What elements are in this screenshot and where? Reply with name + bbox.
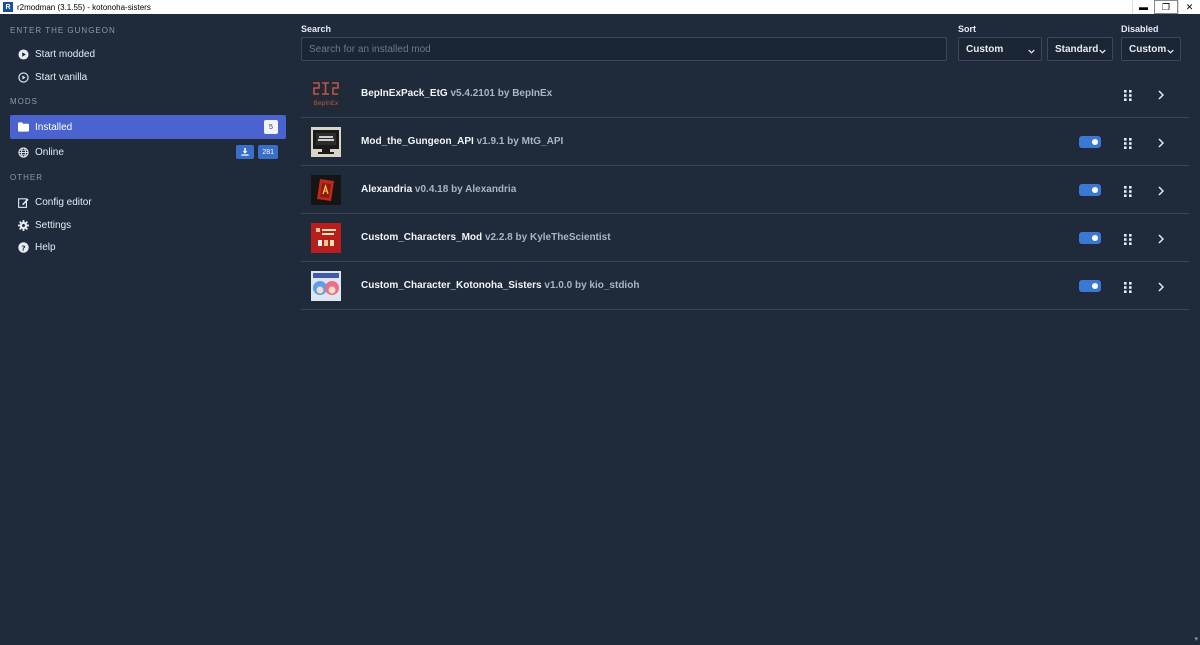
play-circle-outline-icon <box>17 71 29 83</box>
sort-order-select[interactable]: Standard <box>1047 37 1113 61</box>
mod-row-bepinexpack[interactable]: BepInEx BepInExPack_EtG v5.4.2101 by Bep… <box>301 70 1189 118</box>
mod-enabled-toggle[interactable] <box>1079 184 1101 196</box>
globe-icon <box>17 146 29 158</box>
mod-enabled-toggle[interactable] <box>1079 280 1101 292</box>
mod-thumbnail <box>311 222 341 253</box>
drag-handle-icon[interactable] <box>1124 88 1134 101</box>
restore-button[interactable]: ❐ <box>1154 0 1178 14</box>
sidebar-item-label: Settings <box>35 219 72 231</box>
mod-version-author: v2.2.8 by KyleTheScientist <box>484 232 611 243</box>
sidebar-section-game: ENTER THE GUNGEON <box>10 26 116 35</box>
mod-enabled-toggle[interactable] <box>1079 232 1101 244</box>
download-icon <box>236 145 255 159</box>
mod-version-author: v1.0.0 by kio_stdioh <box>544 280 640 291</box>
sidebar-item-label: Config editor <box>35 196 92 208</box>
online-badges: 281 <box>236 145 278 159</box>
mod-name: BepInExPack_EtG <box>361 88 448 99</box>
scroll-down-arrow-icon[interactable]: ▾ <box>1194 635 1198 643</box>
mod-row-alexandria[interactable]: Alexandria v0.4.18 by Alexandria <box>301 166 1189 214</box>
chevron-right-icon[interactable] <box>1158 231 1168 245</box>
chevron-right-icon[interactable] <box>1158 183 1168 197</box>
svg-text:?: ? <box>21 243 25 252</box>
main-panel: Search Sort Custom Standard Disabled Cus… <box>288 14 1200 645</box>
sidebar-section-other: OTHER <box>10 173 43 182</box>
disabled-label: Disabled <box>1121 24 1159 34</box>
search-label: Search <box>301 24 332 34</box>
mod-enabled-toggle[interactable] <box>1079 136 1101 148</box>
window-title: r2modman (3.1.55) - kotonoha-sisters <box>17 2 151 12</box>
mod-thumbnail <box>311 270 341 301</box>
app-icon: R <box>3 2 13 12</box>
mod-thumbnail <box>311 174 341 205</box>
online-count-badge: 281 <box>258 145 278 159</box>
mod-list: BepInEx BepInExPack_EtG v5.4.2101 by Bep… <box>301 70 1189 310</box>
window-titlebar: R r2modman (3.1.55) - kotonoha-sisters ▬… <box>0 0 1200 14</box>
chevron-right-icon[interactable] <box>1158 135 1168 149</box>
sidebar-item-help[interactable]: ? Help <box>10 235 286 259</box>
mod-name: Custom_Characters_Mod <box>361 232 483 243</box>
close-button[interactable]: ✕ <box>1178 0 1200 14</box>
chevron-right-icon[interactable] <box>1158 279 1168 293</box>
drag-handle-icon[interactable] <box>1124 136 1134 149</box>
folder-icon <box>17 121 29 133</box>
disabled-select[interactable]: Custom <box>1121 37 1181 61</box>
mod-title: Mod_the_Gungeon_API v1.9.1 by MtG_API <box>361 136 1189 147</box>
mod-title: Alexandria v0.4.18 by Alexandria <box>361 184 1189 195</box>
play-circle-icon <box>17 48 29 60</box>
mod-version-author: v5.4.2101 by BepInEx <box>450 88 553 99</box>
chevron-down-icon <box>1028 46 1035 57</box>
sidebar-item-config-editor[interactable]: Config editor <box>10 190 286 214</box>
mod-title: Custom_Character_Kotonoha_Sisters v1.0.0… <box>361 280 1189 291</box>
mod-name: Mod_the_Gungeon_API <box>361 136 474 147</box>
sidebar-item-start-modded[interactable]: Start modded <box>10 42 286 66</box>
mod-thumbnail <box>311 126 341 157</box>
sidebar-item-label: Installed <box>35 121 73 133</box>
mod-name: Alexandria <box>361 184 413 195</box>
mod-version-author: v0.4.18 by Alexandria <box>414 184 517 195</box>
bepinex-logo-text: BepInEx <box>314 100 339 107</box>
sidebar-item-label: Online <box>35 146 64 158</box>
drag-handle-icon[interactable] <box>1124 232 1134 245</box>
mod-row-mod-the-gungeon-api[interactable]: Mod_the_Gungeon_API v1.9.1 by MtG_API <box>301 118 1189 166</box>
search-input[interactable] <box>301 37 947 61</box>
mod-title: Custom_Characters_Mod v2.2.8 by KyleTheS… <box>361 232 1189 243</box>
sidebar-item-label: Start vanilla <box>35 71 88 83</box>
sidebar-section-mods: MODS <box>10 97 38 106</box>
sort-value: Custom <box>966 43 1004 55</box>
chevron-right-icon[interactable] <box>1158 87 1168 101</box>
drag-handle-icon[interactable] <box>1124 184 1134 197</box>
sidebar-item-label: Start modded <box>35 48 96 60</box>
disabled-value: Custom <box>1129 43 1167 55</box>
minimize-button[interactable]: ▬ <box>1132 0 1154 14</box>
sidebar-item-online[interactable]: Online 281 <box>10 140 286 164</box>
edit-icon <box>17 196 29 208</box>
gear-icon <box>17 219 29 231</box>
chevron-down-icon <box>1099 46 1106 57</box>
mod-name: Custom_Character_Kotonoha_Sisters <box>361 280 542 291</box>
sort-order-value: Standard <box>1055 43 1099 55</box>
sidebar-item-start-vanilla[interactable]: Start vanilla <box>10 65 286 89</box>
mod-version-author: v1.9.1 by MtG_API <box>476 136 564 147</box>
mod-row-custom-characters-mod[interactable]: Custom_Characters_Mod v2.2.8 by KyleTheS… <box>301 214 1189 262</box>
installed-count-badge: 5 <box>264 120 278 134</box>
sidebar-item-label: Help <box>35 241 56 253</box>
sidebar: ENTER THE GUNGEON Start modded Start van… <box>0 14 288 645</box>
sidebar-item-settings[interactable]: Settings <box>10 213 286 237</box>
chevron-down-icon <box>1167 46 1174 57</box>
mod-row-kotonoha-sisters[interactable]: Custom_Character_Kotonoha_Sisters v1.0.0… <box>301 262 1189 310</box>
drag-handle-icon[interactable] <box>1124 280 1134 293</box>
mod-thumbnail: BepInEx <box>311 78 341 109</box>
question-circle-icon: ? <box>17 241 29 253</box>
sidebar-item-installed[interactable]: Installed 5 <box>10 115 286 139</box>
mod-title: BepInExPack_EtG v5.4.2101 by BepInEx <box>361 88 1189 99</box>
sort-label: Sort <box>958 24 976 34</box>
sort-select[interactable]: Custom <box>958 37 1042 61</box>
